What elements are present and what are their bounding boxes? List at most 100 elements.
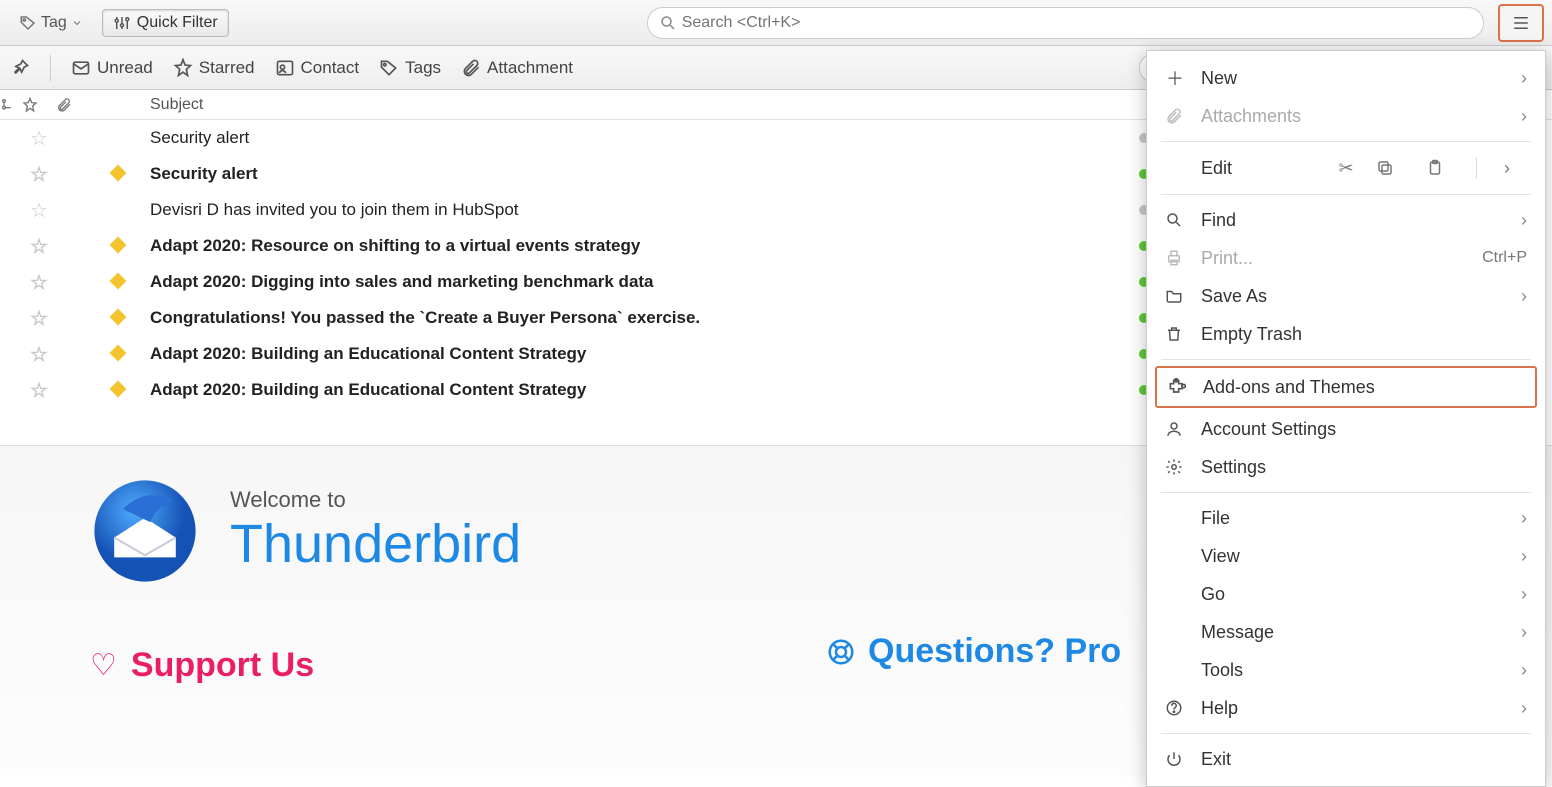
filter-contact-label: Contact [301,58,360,78]
menu-find[interactable]: Find › [1147,201,1545,239]
top-toolbar: Tag Quick Filter [0,0,1552,46]
chevron-right-icon: › [1521,68,1527,89]
copy-icon[interactable] [1376,159,1416,177]
support-label: Support Us [131,646,314,685]
chevron-right-icon: › [1521,584,1527,605]
paperclip-icon [56,97,72,113]
chevron-right-icon: › [1521,546,1527,567]
col-star[interactable] [22,97,56,113]
menu-print: Print... Ctrl+P [1147,239,1545,277]
menu-file[interactable]: File › [1147,499,1545,537]
welcome-small: Welcome to [230,487,521,513]
filter-starred[interactable]: Starred [173,58,255,78]
folder-icon [1165,287,1185,305]
star-icon[interactable]: ☆ [30,380,48,402]
message-subject: Adapt 2020: Building an Educational Cont… [146,380,1116,400]
col-thread[interactable] [0,97,22,113]
menu-addons-label: Add-ons and Themes [1203,377,1375,398]
star-icon [173,58,193,78]
pin-icon [10,58,30,78]
menu-edit-label: Edit [1201,158,1272,179]
puzzle-icon [1167,377,1187,397]
filter-tags-label: Tags [405,58,441,78]
menu-help-label: Help [1201,698,1238,719]
quick-filter-button[interactable]: Quick Filter [102,9,229,37]
sliders-icon [113,14,131,32]
menu-account-settings[interactable]: Account Settings [1147,410,1545,448]
col-subject-header[interactable]: Subject [146,96,1116,114]
filter-attachment[interactable]: Attachment [461,58,573,78]
menu-account-settings-label: Account Settings [1201,419,1336,440]
chevron-right-icon: › [1521,106,1527,127]
menu-settings[interactable]: Settings [1147,448,1545,486]
quick-filter-label: Quick Filter [137,14,218,32]
heart-icon: ♡ [90,648,117,683]
chevron-down-icon [71,17,83,29]
search-icon [1165,211,1185,229]
printer-icon [1165,249,1185,267]
star-icon[interactable]: ☆ [30,344,48,366]
app-menu-button[interactable] [1498,4,1544,42]
separator [1161,359,1531,360]
tag-button[interactable]: Tag [8,9,94,37]
menu-view[interactable]: View› [1147,537,1545,575]
global-search-input[interactable] [647,7,1484,39]
menu-message[interactable]: Message › [1147,613,1545,651]
menu-message-label: Message [1201,622,1274,643]
account-icon [1165,420,1185,438]
star-icon[interactable]: ☆ [30,164,48,186]
menu-find-label: Find [1201,210,1236,231]
star-icon[interactable]: ☆ [30,128,48,150]
message-subject: Security alert [146,128,1116,148]
menu-print-shortcut: Ctrl+P [1482,249,1527,267]
star-icon[interactable]: ☆ [30,308,48,330]
paperclip-icon [461,58,481,78]
menu-new[interactable]: ＋ New › [1147,59,1545,97]
menu-go-label: Go [1201,584,1225,605]
message-subject: Devisri D has invited you to join them i… [146,200,1116,220]
chevron-right-icon: › [1521,210,1527,231]
welcome-big: Thunderbird [230,513,521,575]
chevron-right-icon: › [1521,622,1527,643]
search-icon [659,14,677,32]
menu-file-label: File [1201,508,1230,529]
message-subject: Adapt 2020: Building an Educational Cont… [146,344,1116,364]
star-icon[interactable]: ☆ [30,236,48,258]
chevron-right-icon: › [1521,508,1527,529]
filter-starred-label: Starred [199,58,255,78]
menu-save-as-label: Save As [1201,286,1267,307]
chevron-right-icon[interactable]: › [1487,158,1527,179]
menu-attachments: Attachments › [1147,97,1545,135]
menu-help[interactable]: Help › [1147,689,1545,727]
star-icon[interactable]: ☆ [30,200,48,222]
questions-link[interactable]: Questions? Pro [826,632,1121,671]
menu-settings-label: Settings [1201,457,1266,478]
filter-attachment-label: Attachment [487,58,573,78]
new-indicator-icon [110,345,127,362]
menu-addons-themes[interactable]: Add-ons and Themes [1155,366,1537,408]
thread-icon [0,97,16,113]
paste-icon[interactable] [1426,159,1466,177]
menu-exit-label: Exit [1201,749,1231,770]
menu-exit[interactable]: Exit [1147,740,1545,778]
separator [50,55,51,81]
menu-tools[interactable]: Tools› [1147,651,1545,689]
menu-empty-trash[interactable]: Empty Trash [1147,315,1545,353]
tag-label: Tag [41,14,67,32]
separator [1161,194,1531,195]
filter-unread[interactable]: Unread [71,58,153,78]
filter-contact[interactable]: Contact [275,58,360,78]
separator [1161,733,1531,734]
cut-icon[interactable]: ✂ [1326,158,1366,179]
menu-save-as[interactable]: Save As › [1147,277,1545,315]
menu-edit-row: Edit ✂ › [1147,148,1545,188]
star-icon[interactable]: ☆ [30,272,48,294]
pin-filter-button[interactable] [10,58,30,78]
tag-icon [379,58,399,78]
chevron-right-icon: › [1521,698,1527,719]
filter-tags[interactable]: Tags [379,58,441,78]
star-icon [22,97,38,113]
paperclip-icon [1165,107,1185,125]
menu-go[interactable]: Go › [1147,575,1545,613]
col-attachment[interactable] [56,97,90,113]
